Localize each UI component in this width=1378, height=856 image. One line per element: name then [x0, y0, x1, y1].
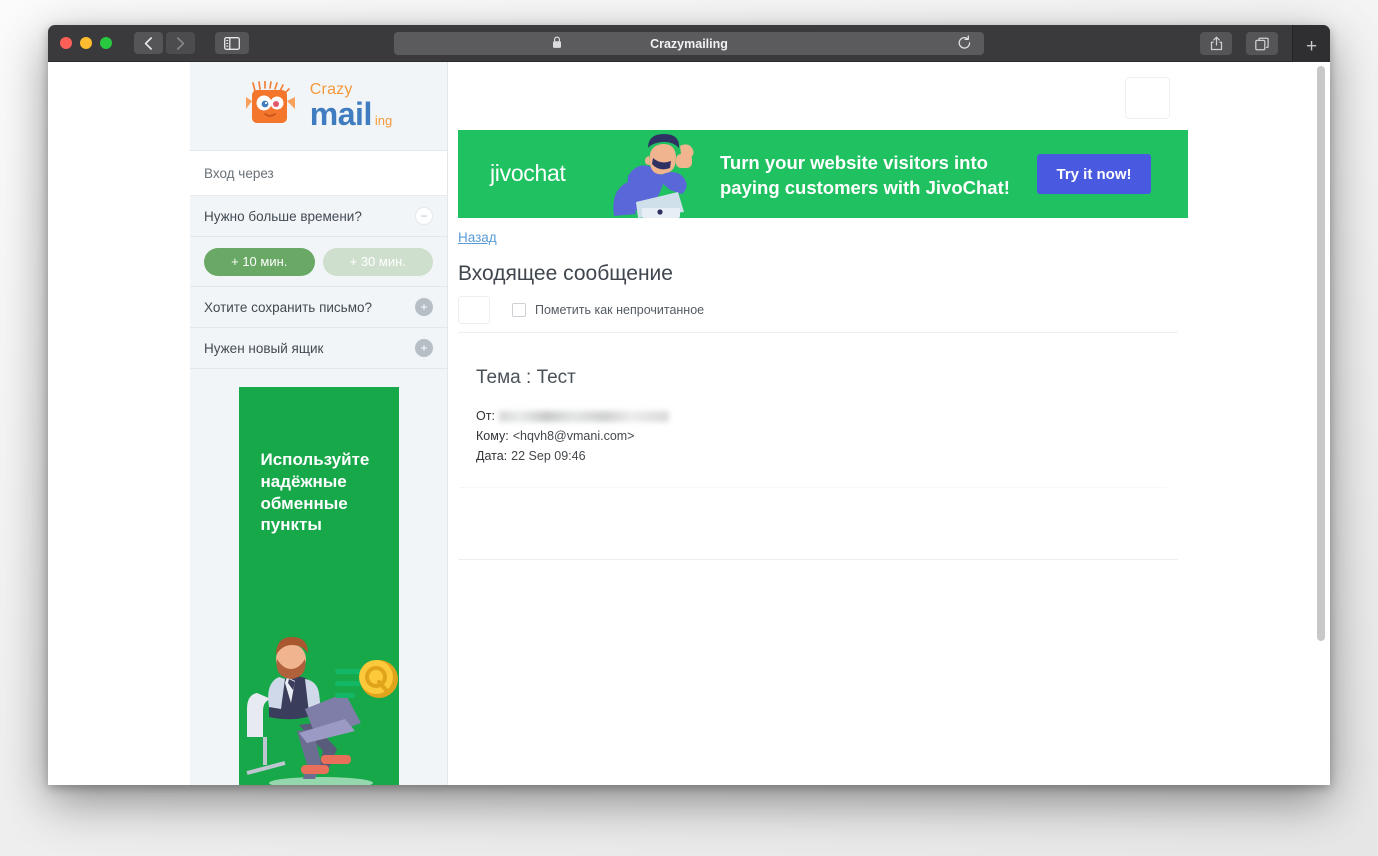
- reload-button[interactable]: [957, 35, 972, 54]
- share-icon: [1210, 36, 1222, 51]
- jivochat-headline: Turn your website visitors into paying c…: [720, 152, 1010, 198]
- sidebar-row-save-letter[interactable]: Хотите сохранить письмо? +: [190, 287, 447, 328]
- jivochat-ad-banner[interactable]: jivochat Turn your website visitors into…: [458, 130, 1188, 218]
- sidebar-row-save-letter-label: Хотите сохранить письмо?: [204, 299, 372, 315]
- app-sidebar: Crazy mail ing Вход через Нужно больше в…: [190, 62, 448, 785]
- screen: Crazymailing + Crazy mail ing Вход через…: [0, 0, 1378, 856]
- collapse-minus-icon[interactable]: −: [415, 207, 433, 225]
- page-scrollbar-thumb[interactable]: [1317, 66, 1325, 641]
- navigation-buttons[interactable]: [134, 32, 195, 54]
- sidebar-toggle-icon: [224, 36, 240, 50]
- reload-icon: [958, 35, 971, 49]
- divider-dotted: [460, 487, 1166, 488]
- page-title: Входящее сообщение: [458, 262, 673, 285]
- message-meta: От: Кому: <hqvh8@vmani.com> Дата: 22 Sep…: [476, 406, 669, 466]
- sidebar-ad-illustration: [245, 637, 398, 785]
- jivochat-illustration: [613, 134, 694, 218]
- mark-unread-checkbox[interactable]: [512, 303, 526, 317]
- forward-button[interactable]: [166, 32, 195, 54]
- left-gutter: [48, 62, 190, 785]
- new-tab-label: +: [1305, 36, 1318, 57]
- address-bar[interactable]: Crazymailing: [394, 32, 984, 55]
- message-subject: Тема : Тест: [476, 367, 576, 388]
- mark-unread-label: Пометить как непрочитанное: [535, 303, 705, 317]
- add-30-min-button[interactable]: + 30 мин.: [322, 247, 433, 276]
- app-logo[interactable]: Crazy mail ing: [190, 62, 447, 151]
- message-from-key: От:: [476, 409, 495, 423]
- logo-mail-text: mail: [309, 96, 373, 132]
- jivochat-cta-label: Try it now!: [1056, 165, 1132, 183]
- lock-icon: [552, 36, 562, 52]
- logo-ing-text: ing: [374, 113, 393, 128]
- back-button[interactable]: [134, 32, 163, 54]
- crazymail-mascot-icon: [245, 81, 295, 123]
- message-date-line: Дата: 22 Sep 09:46: [476, 446, 669, 466]
- top-right-placeholder-box: [1125, 77, 1170, 119]
- close-window-button[interactable]: [60, 37, 72, 49]
- add-30-min-label: + 30 мин.: [349, 254, 406, 269]
- jivochat-cta-button[interactable]: Try it now!: [1037, 154, 1151, 194]
- message-date-value: 22 Sep 09:46: [511, 449, 586, 463]
- sidebar-row-more-time-label: Нужно больше времени?: [204, 208, 362, 224]
- page-scrollbar[interactable]: [1317, 62, 1328, 785]
- message-to-key: Кому:: [476, 429, 509, 443]
- message-date-key: Дата:: [476, 449, 508, 463]
- browser-window: Crazymailing + Crazy mail ing Вход через…: [48, 25, 1330, 785]
- sidebar-ad-title: Используйте надёжные обменные пункты: [260, 450, 370, 535]
- add-10-min-label: + 10 мин.: [231, 254, 288, 269]
- expand-plus-icon[interactable]: +: [415, 339, 433, 357]
- message-from-line: От:: [476, 406, 669, 426]
- sidebar-toggle-button[interactable]: [215, 32, 249, 54]
- show-tabs-button[interactable]: [1246, 32, 1278, 55]
- message-body: Тема : Тест От: Кому: <hqvh8@vmani.com>: [476, 367, 669, 466]
- message-action-placeholder[interactable]: [458, 296, 490, 324]
- sidebar-row-new-mailbox-label: Нужен новый ящик: [204, 340, 324, 356]
- message-controls: Пометить как непрочитанное: [458, 296, 704, 324]
- login-via-label: Вход через: [204, 165, 274, 181]
- message-from-value-redacted: [498, 410, 669, 422]
- add-10-min-button[interactable]: + 10 мин.: [204, 247, 315, 276]
- jivochat-logo-text: jivochat: [490, 160, 566, 186]
- main-content: jivochat Turn your website visitors into…: [448, 62, 1330, 785]
- sidebar-ad-container[interactable]: Используйте надёжные обменные пункты: [190, 369, 447, 785]
- show-tabs-icon: [1255, 37, 1269, 50]
- divider-top: [458, 332, 1178, 333]
- browser-titlebar: Crazymailing +: [48, 25, 1330, 69]
- expand-plus-icon[interactable]: +: [415, 298, 433, 316]
- address-bar-title: Crazymailing: [650, 36, 728, 51]
- back-link[interactable]: Назад: [458, 230, 497, 245]
- chevron-left-icon: [144, 36, 152, 50]
- divider-bottom: [458, 559, 1178, 560]
- message-to-line: Кому: <hqvh8@vmani.com>: [476, 426, 669, 446]
- window-controls[interactable]: [60, 37, 112, 49]
- page-viewport: Crazy mail ing Вход через Нужно больше в…: [48, 62, 1330, 785]
- login-via-row[interactable]: Вход через: [190, 151, 447, 196]
- minimize-window-button[interactable]: [80, 37, 92, 49]
- chevron-right-icon: [177, 36, 185, 50]
- message-to-value: <hqvh8@vmani.com>: [512, 429, 635, 443]
- share-button[interactable]: [1200, 32, 1232, 55]
- sidebar-row-new-mailbox[interactable]: Нужен новый ящик +: [190, 328, 447, 369]
- extend-time-buttons[interactable]: + 10 мин. + 30 мин.: [190, 237, 447, 287]
- toolbar-right-actions[interactable]: [1200, 32, 1278, 55]
- zoom-window-button[interactable]: [100, 37, 112, 49]
- sidebar-ad-banner[interactable]: Используйте надёжные обменные пункты: [238, 387, 399, 785]
- sidebar-row-more-time[interactable]: Нужно больше времени? −: [190, 196, 447, 237]
- mark-unread-control[interactable]: Пометить как непрочитанное: [512, 303, 704, 317]
